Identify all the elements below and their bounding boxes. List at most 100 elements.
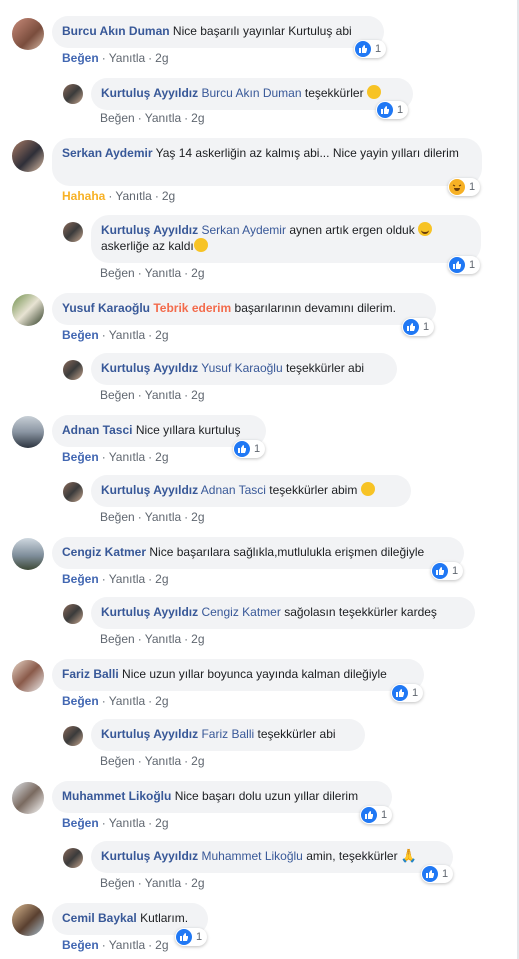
reply-author[interactable]: Kurtuluş Ayyıldız (101, 361, 198, 375)
mention-link[interactable]: Burcu Akın Duman (201, 86, 301, 100)
reply-button[interactable]: Yanıtla (145, 754, 181, 768)
reaction-count[interactable]: 1 (354, 40, 387, 58)
timestamp[interactable]: 2g (191, 754, 204, 768)
comment-bubble: Muhammet Likoğlu Nice başarı dolu uzun y… (52, 781, 392, 813)
reaction-count[interactable]: 1 (175, 928, 208, 946)
comment-author[interactable]: Adnan Tasci (62, 423, 132, 437)
timestamp[interactable]: 2g (155, 328, 168, 342)
avatar[interactable] (63, 604, 83, 624)
reply-button[interactable]: Yanıtla (145, 266, 181, 280)
avatar[interactable] (12, 538, 44, 570)
like-button[interactable]: Beğen (62, 450, 99, 464)
like-button[interactable]: Beğen (62, 572, 99, 586)
reply-author[interactable]: Kurtuluş Ayyıldız (101, 86, 198, 100)
reply-button[interactable]: Yanıtla (145, 388, 181, 402)
haha-button[interactable]: Hahaha (62, 189, 105, 203)
mention-link[interactable]: Fariz Balli (201, 727, 254, 741)
avatar[interactable] (12, 660, 44, 692)
reaction-count[interactable]: 1 (376, 101, 409, 119)
reply-author[interactable]: Kurtuluş Ayyıldız (101, 605, 198, 619)
timestamp[interactable]: 2g (155, 694, 168, 708)
comment-bubble: Yusuf Karaoğlu Tebrik ederim başarıların… (52, 293, 436, 325)
reply-button[interactable]: Yanıtla (109, 51, 145, 65)
timestamp[interactable]: 2g (191, 510, 204, 524)
avatar[interactable] (63, 848, 83, 868)
timestamp[interactable]: 2g (155, 572, 168, 586)
mention-link[interactable]: Yusuf Karaoğlu (201, 361, 282, 375)
reply-author[interactable]: Kurtuluş Ayyıldız (101, 727, 198, 741)
timestamp[interactable]: 2g (191, 632, 204, 646)
comment-author[interactable]: Muhammet Likoğlu (62, 789, 171, 803)
comment-text: Nice yıllara kurtuluş (135, 423, 241, 437)
like-button[interactable]: Beğen (62, 694, 99, 708)
timestamp[interactable]: 2g (155, 51, 168, 65)
reply-button[interactable]: Yanıtla (145, 876, 181, 890)
reply-text: aynen artık ergen olduk (289, 223, 415, 237)
reaction-count[interactable]: 1 (391, 684, 424, 702)
reaction-count[interactable]: 1 (431, 562, 464, 580)
like-button[interactable]: Beğen (100, 632, 135, 646)
avatar[interactable] (63, 482, 83, 502)
comment-author[interactable]: Burcu Akın Duman (62, 24, 170, 38)
reply-author[interactable]: Kurtuluş Ayyıldız (101, 483, 198, 497)
avatar[interactable] (63, 84, 83, 104)
avatar[interactable] (12, 904, 44, 936)
timestamp[interactable]: 2g (155, 450, 168, 464)
reaction-count[interactable]: 1 (360, 806, 393, 824)
reply-button[interactable]: Yanıtla (109, 694, 145, 708)
reply-button[interactable]: Yanıtla (115, 189, 151, 203)
comment-actions: Hahaha · Yanıtla · 2g (62, 189, 176, 203)
avatar[interactable] (63, 222, 83, 242)
reply-bubble: Kurtuluş Ayyıldız Yusuf Karaoğlu teşekkü… (91, 353, 397, 385)
reply-button[interactable]: Yanıtla (109, 450, 145, 464)
reply-button[interactable]: Yanıtla (145, 632, 181, 646)
reaction-count[interactable]: 1 (402, 318, 435, 336)
reply-author[interactable]: Kurtuluş Ayyıldız (101, 223, 198, 237)
timestamp[interactable]: 2g (191, 876, 204, 890)
like-button[interactable]: Beğen (100, 266, 135, 280)
avatar[interactable] (63, 360, 83, 380)
mention-link[interactable]: Adnan Tasci (201, 483, 266, 497)
avatar[interactable] (12, 140, 44, 172)
comment-author[interactable]: Cemil Baykal (62, 911, 137, 925)
reply-button[interactable]: Yanıtla (145, 111, 181, 125)
like-button[interactable]: Beğen (62, 938, 99, 952)
avatar[interactable] (12, 782, 44, 814)
reply-button[interactable]: Yanıtla (109, 328, 145, 342)
avatar[interactable] (12, 416, 44, 448)
avatar[interactable] (12, 18, 44, 50)
mention-link[interactable]: Serkan Aydemir (201, 223, 286, 237)
comment-author[interactable]: Cengiz Katmer (62, 545, 146, 559)
reaction-count[interactable]: 1 (448, 178, 481, 196)
comment-author[interactable]: Fariz Balli (62, 667, 119, 681)
like-button[interactable]: Beğen (62, 816, 99, 830)
mention-link[interactable]: Muhammet Likoğlu (201, 849, 302, 863)
mention-link[interactable]: Cengiz Katmer (201, 605, 280, 619)
like-button[interactable]: Beğen (100, 754, 135, 768)
like-button[interactable]: Beğen (100, 388, 135, 402)
reply-button[interactable]: Yanıtla (145, 510, 181, 524)
like-button[interactable]: Beğen (62, 328, 99, 342)
timestamp[interactable]: 2g (191, 111, 204, 125)
comment-author[interactable]: Serkan Aydemir (62, 146, 153, 160)
timestamp[interactable]: 2g (191, 388, 204, 402)
reaction-count[interactable]: 1 (448, 256, 481, 274)
reaction-count[interactable]: 1 (421, 865, 454, 883)
timestamp[interactable]: 2g (191, 266, 204, 280)
timestamp[interactable]: 2g (162, 189, 175, 203)
avatar[interactable] (63, 726, 83, 746)
like-button[interactable]: Beğen (100, 111, 135, 125)
timestamp[interactable]: 2g (155, 938, 168, 952)
reply-button[interactable]: Yanıtla (109, 938, 145, 952)
reaction-count[interactable]: 1 (233, 440, 266, 458)
reply-author[interactable]: Kurtuluş Ayyıldız (101, 849, 198, 863)
reply-text: sağolasın teşekkürler kardeş (284, 605, 437, 619)
avatar[interactable] (12, 294, 44, 326)
like-button[interactable]: Beğen (100, 510, 135, 524)
like-button[interactable]: Beğen (62, 51, 99, 65)
reply-button[interactable]: Yanıtla (109, 816, 145, 830)
like-button[interactable]: Beğen (100, 876, 135, 890)
comment-author[interactable]: Yusuf Karaoğlu (62, 301, 150, 315)
reply-button[interactable]: Yanıtla (109, 572, 145, 586)
timestamp[interactable]: 2g (155, 816, 168, 830)
